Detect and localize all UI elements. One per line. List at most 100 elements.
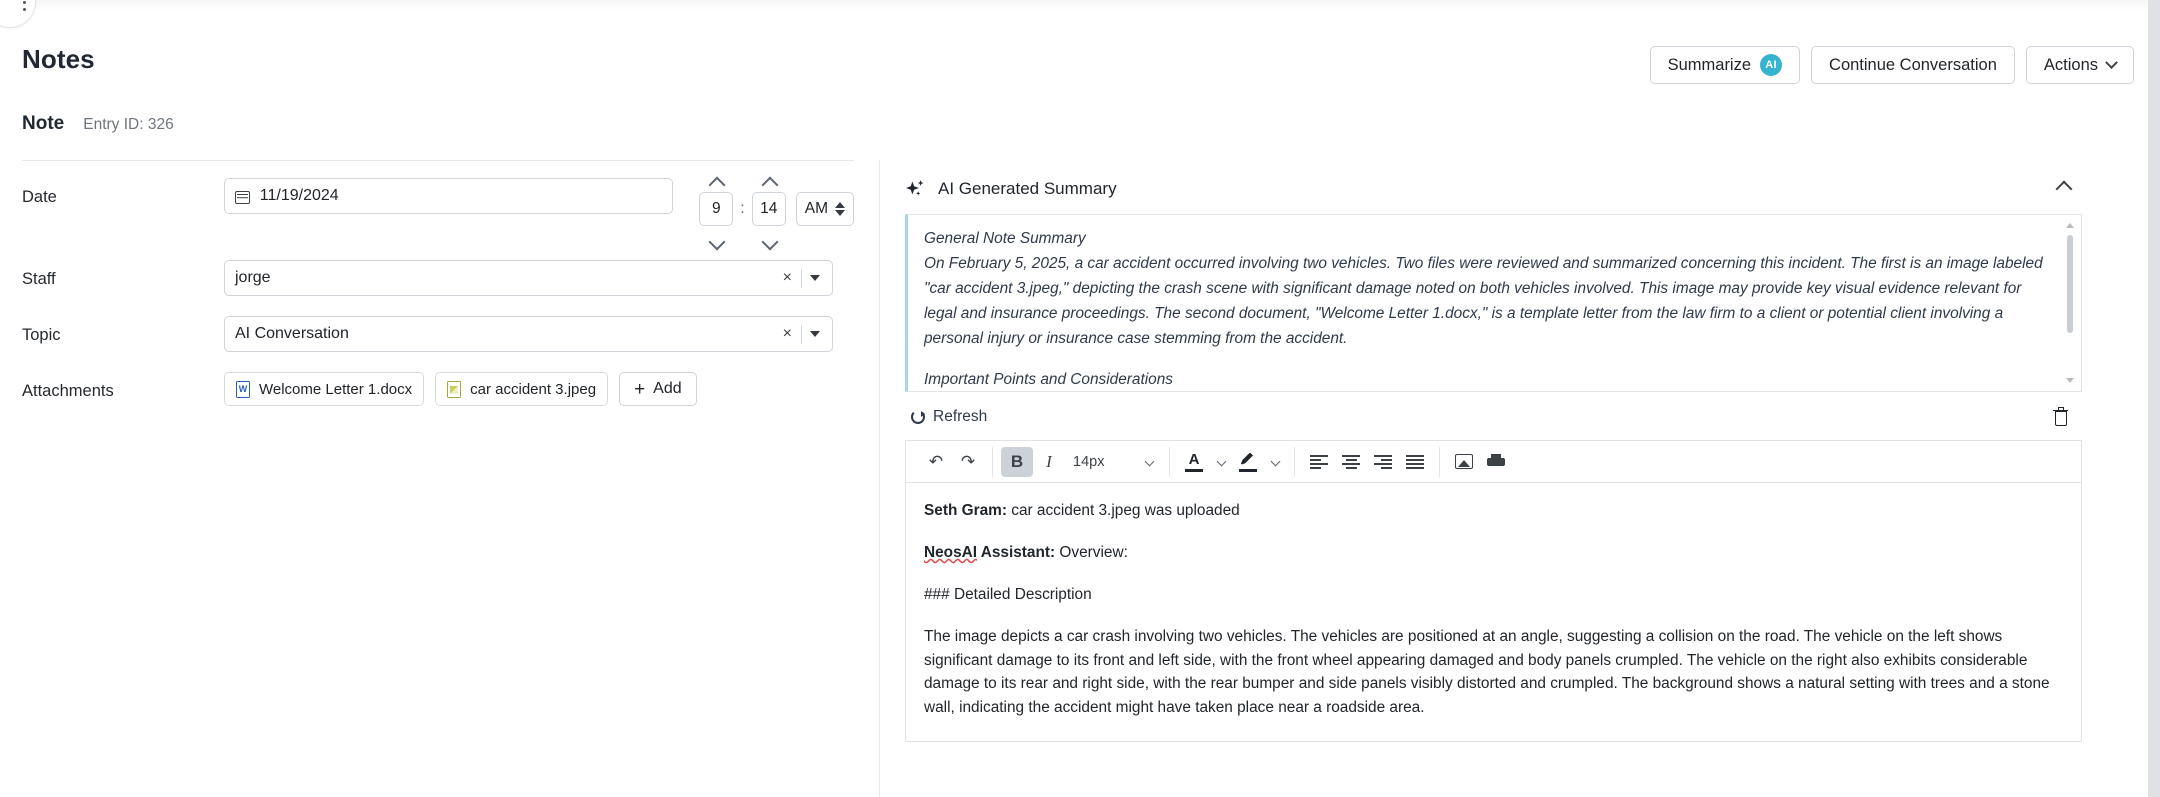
divider — [22, 160, 854, 161]
topic-select[interactable]: AI Conversation × — [224, 316, 833, 352]
top-shade — [0, 0, 2160, 11]
calendar-icon — [234, 189, 250, 204]
topic-row: Topic AI Conversation × — [22, 316, 854, 352]
time-separator: : — [740, 200, 745, 217]
meridiem-value: AM — [804, 200, 828, 217]
summarize-button[interactable]: Summarize AI — [1649, 46, 1801, 84]
summary-scrollbar[interactable] — [2065, 223, 2075, 383]
clear-icon[interactable]: × — [774, 326, 801, 342]
align-right-button[interactable] — [1367, 447, 1399, 477]
highlight-color-dropdown[interactable] — [1264, 447, 1286, 477]
add-label: Add — [653, 380, 682, 397]
minute-increment-button[interactable] — [762, 178, 776, 189]
editor-body[interactable]: Seth Gram: car accident 3.jpeg was uploa… — [906, 483, 2081, 741]
time-picker: 9 : 14 AM — [699, 178, 854, 240]
chevron-down-icon[interactable] — [810, 331, 820, 337]
minute-value[interactable]: 14 — [751, 192, 786, 226]
chevron-down-icon — [2105, 55, 2118, 69]
text-color-button[interactable]: A — [1178, 447, 1210, 477]
note-subheader: Note Entry ID: 326 — [22, 113, 174, 135]
summarize-label: Summarize — [1667, 55, 1752, 74]
chevron-down-icon — [1144, 456, 1155, 467]
attachment-chip[interactable]: Welcome Letter 1.docx — [224, 372, 425, 406]
assistant-name-misspelled: NeosAI — [924, 543, 978, 561]
corner-widget[interactable] — [0, 0, 36, 28]
align-left-icon — [1310, 455, 1328, 469]
minute-decrement-button[interactable] — [762, 229, 776, 240]
redo-button[interactable]: ↷ — [952, 447, 984, 477]
divider — [801, 268, 802, 288]
refresh-label: Refresh — [933, 408, 988, 425]
summary-footer: Refresh — [905, 392, 2082, 440]
align-center-icon — [1342, 455, 1360, 469]
entry-id: Entry ID: 326 — [83, 116, 174, 133]
plus-icon: + — [634, 378, 646, 400]
text-color-dropdown[interactable] — [1210, 447, 1232, 477]
summary-heading-1: General Note Summary — [924, 230, 1086, 247]
chevron-down-icon[interactable] — [810, 275, 820, 281]
scrollbar-thumb[interactable] — [2067, 235, 2073, 333]
align-center-button[interactable] — [1335, 447, 1367, 477]
undo-button[interactable]: ↶ — [920, 447, 952, 477]
staff-controls: × — [774, 268, 822, 288]
editor-heading-detailed: ### Detailed Description — [924, 585, 1092, 603]
bold-button[interactable]: B — [1001, 446, 1033, 477]
staff-select[interactable]: jorge × — [224, 260, 833, 296]
date-input[interactable]: 11/19/2024 — [223, 178, 674, 214]
summary-title: AI Generated Summary — [938, 179, 1117, 198]
hour-increment-button[interactable] — [709, 178, 723, 189]
text-style-group: B I 14px — [993, 441, 1169, 482]
italic-button[interactable]: I — [1033, 447, 1065, 477]
attachments-row: Attachments Welcome Letter 1.docx car ac… — [22, 372, 854, 406]
highlight-color-button[interactable] — [1232, 447, 1264, 477]
sparkle-icon — [905, 178, 927, 200]
summary-text: General Note Summary On February 5, 2025… — [924, 227, 2047, 391]
delete-summary-button[interactable] — [2053, 406, 2068, 426]
font-size-value: 14px — [1073, 453, 1105, 470]
chevron-down-icon — [1216, 456, 1226, 467]
summary-content-box: General Note Summary On February 5, 2025… — [905, 214, 2082, 392]
actions-button[interactable]: Actions — [2025, 46, 2134, 84]
align-right-icon — [1374, 455, 1392, 469]
scroll-up-icon[interactable] — [2066, 223, 2074, 228]
scroll-down-icon[interactable] — [2066, 378, 2074, 383]
history-group: ↶ ↷ — [912, 441, 992, 482]
image-icon — [1455, 454, 1473, 469]
clear-icon[interactable]: × — [774, 270, 801, 286]
attachment-chips: Welcome Letter 1.docx car accident 3.jpe… — [224, 372, 697, 406]
page-title: Notes — [22, 44, 95, 74]
staff-row: Staff jorge × — [22, 260, 854, 296]
collapse-chevron-up-icon[interactable] — [2055, 180, 2073, 198]
notes-page: Notes Summarize AI Continue Conversation… — [0, 0, 2160, 797]
color-group: A — [1170, 441, 1294, 482]
alignment-group — [1295, 441, 1439, 482]
ai-badge-icon: AI — [1760, 54, 1783, 76]
summary-paragraph-1: On February 5, 2025, a car accident occu… — [924, 254, 2043, 347]
print-button[interactable] — [1480, 447, 1512, 477]
refresh-button[interactable]: Refresh — [911, 408, 987, 426]
date-value: 11/19/2024 — [259, 187, 339, 204]
editor-line-assistant: NeosAI Assistant: Overview: — [924, 541, 2063, 565]
topic-controls: × — [774, 324, 822, 344]
summary-header-left: AI Generated Summary — [905, 178, 1117, 200]
continue-conversation-button[interactable]: Continue Conversation — [1811, 46, 2015, 84]
date-label: Date — [22, 188, 57, 206]
insert-image-button[interactable] — [1448, 447, 1480, 477]
page-scrollbar[interactable] — [2148, 0, 2160, 797]
align-left-button[interactable] — [1303, 447, 1335, 477]
align-justify-icon — [1406, 455, 1424, 469]
attachment-chip[interactable]: car accident 3.jpeg — [435, 372, 609, 406]
refresh-icon — [911, 410, 925, 424]
meridiem-stepper[interactable]: AM — [795, 192, 854, 226]
align-justify-button[interactable] — [1399, 447, 1431, 477]
date-row: Date 11/19/2024 9 : 14 AM — [22, 178, 854, 240]
hour-value[interactable]: 9 — [699, 192, 734, 226]
attachments-label: Attachments — [22, 382, 114, 400]
add-attachment-button[interactable]: + Add — [619, 372, 697, 406]
font-size-select[interactable]: 14px — [1065, 447, 1161, 477]
overview-text: Overview: — [1055, 543, 1128, 561]
rich-text-editor: ↶ ↷ B I 14px A Seth Gram: car accident 3… — [905, 440, 2082, 742]
hour-decrement-button[interactable] — [709, 229, 723, 240]
attachment-name: car accident 3.jpeg — [470, 380, 597, 398]
